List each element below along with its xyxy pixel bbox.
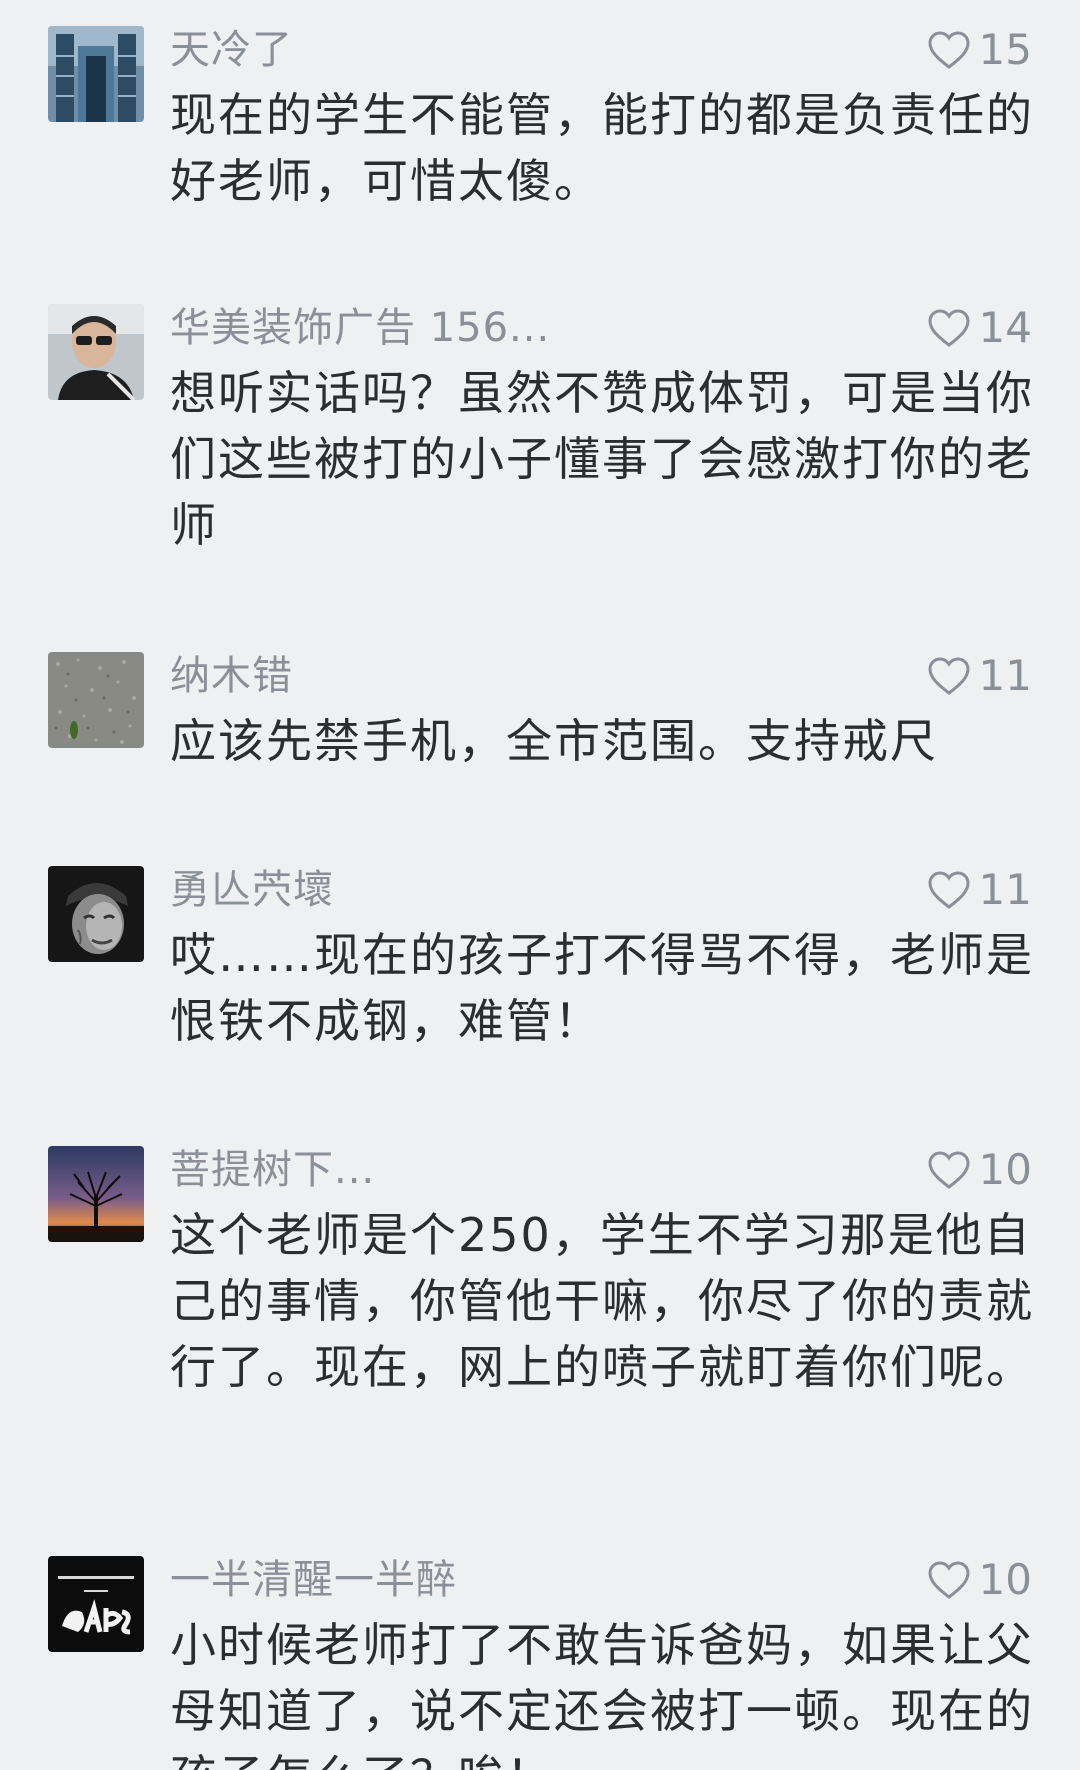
comment-text: 哎……现在的孩子打不得骂不得，老师是恨铁不成钢，难管！ — [170, 928, 1034, 1048]
heart-icon — [928, 657, 970, 695]
building-photo-icon — [48, 26, 144, 122]
username[interactable]: 勇亾茓壞 — [170, 864, 334, 916]
comment-text: 这个老师是个250，学生不学习那是他自己的事情，你管他干嘛，你尽了你的责就行了。… — [170, 1208, 1034, 1394]
avatar[interactable] — [48, 652, 144, 748]
comment-text: 应该先禁手机，全市范围。支持戒尺 — [170, 714, 938, 768]
like-button[interactable]: 14 — [927, 302, 1032, 354]
username[interactable]: 纳木错 — [170, 650, 293, 702]
like-button[interactable]: 11 — [927, 864, 1032, 916]
username[interactable]: 一半清醒一半醉 — [170, 1554, 457, 1606]
like-count: 14 — [978, 303, 1032, 352]
gravel-photo-icon — [48, 652, 144, 748]
like-button[interactable]: 10 — [927, 1144, 1032, 1196]
comment-feed: 天冷了 15 现在的学生不能管，能打的都是负责任的好老师，可惜太傻。 华美装饰广… — [0, 0, 1080, 1770]
username[interactable]: 菩提树下... — [170, 1144, 375, 1196]
heart-icon — [928, 309, 970, 347]
heart-icon — [928, 1151, 970, 1189]
avatar[interactable] — [48, 1556, 144, 1652]
old-man-photo-icon — [48, 866, 144, 962]
like-count: 10 — [978, 1555, 1032, 1604]
username[interactable]: 华美装饰广告 156... — [170, 302, 550, 354]
black-text-logo-icon — [48, 1556, 144, 1652]
like-count: 11 — [978, 865, 1032, 914]
tree-sunset-photo-icon — [48, 1146, 144, 1242]
like-count: 15 — [978, 25, 1032, 74]
man-with-glasses-photo-icon — [48, 304, 144, 400]
like-count: 10 — [978, 1145, 1032, 1194]
avatar[interactable] — [48, 304, 144, 400]
like-count: 11 — [978, 651, 1032, 700]
comment-text: 现在的学生不能管，能打的都是负责任的好老师，可惜太傻。 — [170, 88, 1034, 208]
heart-icon — [928, 1561, 970, 1599]
avatar[interactable] — [48, 866, 144, 962]
like-button[interactable]: 10 — [927, 1554, 1032, 1606]
like-button[interactable]: 15 — [927, 24, 1032, 76]
heart-icon — [928, 31, 970, 69]
comment-text: 想听实话吗？虽然不赞成体罚，可是当你们这些被打的小子懂事了会感激打你的老师 — [170, 366, 1034, 552]
avatar[interactable] — [48, 26, 144, 122]
like-button[interactable]: 11 — [927, 650, 1032, 702]
username[interactable]: 天冷了 — [170, 24, 293, 76]
heart-icon — [928, 871, 970, 909]
avatar[interactable] — [48, 1146, 144, 1242]
comment-text: 小时候老师打了不敢告诉爸妈，如果让父母知道了，说不定还会被打一顿。现在的孩子怎么… — [170, 1618, 1034, 1770]
